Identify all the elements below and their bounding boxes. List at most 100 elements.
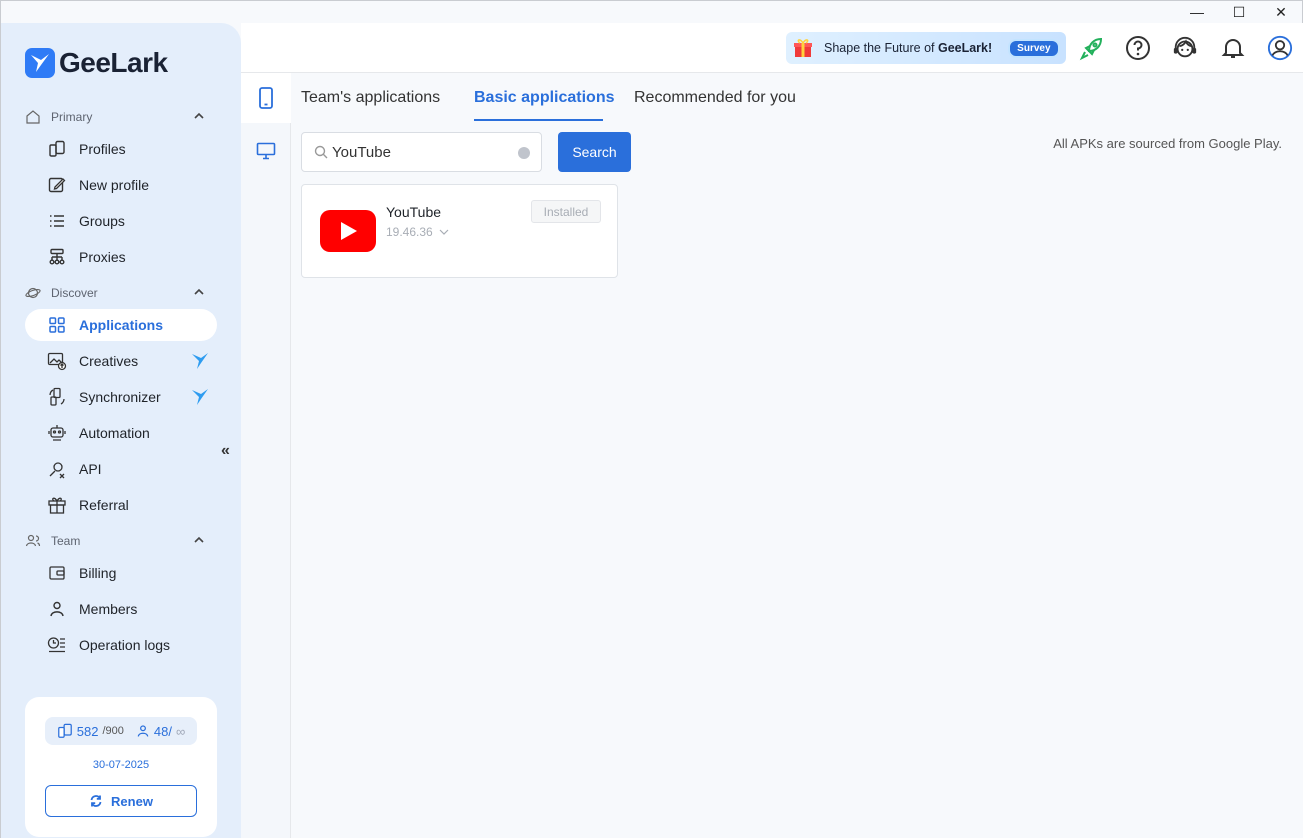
sidebar-item-referral[interactable]: Referral <box>25 489 217 521</box>
home-icon <box>26 110 40 124</box>
planet-icon <box>25 287 41 299</box>
sidebar-item-label: Synchronizer <box>79 389 161 405</box>
sidebar-item-proxies[interactable]: Proxies <box>25 241 217 273</box>
app-card[interactable]: YouTube 19.46.36 Installed <box>301 184 618 278</box>
sidebar-item-operation-logs[interactable]: Operation logs <box>25 629 217 661</box>
section-label: Discover <box>51 286 98 300</box>
apk-source-note: All APKs are sourced from Google Play. <box>1053 136 1282 151</box>
gift-icon <box>794 39 812 57</box>
renew-label: Renew <box>111 793 153 809</box>
app-version: 19.46.36 <box>386 225 433 239</box>
section-label: Team <box>51 534 81 548</box>
sidebar-item-label: Automation <box>79 425 150 441</box>
chevron-up-icon <box>194 536 204 543</box>
user-icon <box>137 725 149 737</box>
section-discover[interactable]: Discover <box>25 283 209 303</box>
sidebar-item-label: Proxies <box>79 249 126 265</box>
user-icon <box>47 599 67 619</box>
rocket-icon[interactable] <box>1079 35 1105 61</box>
top-header: Shape the Future of GeeLark! Survey <box>241 23 1303 73</box>
profiles-icon <box>57 723 72 738</box>
sidebar-item-label: API <box>79 461 102 477</box>
collapse-sidebar-button[interactable]: « <box>221 442 230 460</box>
premium-bird-icon <box>192 389 208 405</box>
sidebar-item-label: Groups <box>79 213 125 229</box>
bell-icon[interactable] <box>1220 35 1246 61</box>
section-primary[interactable]: Primary <box>25 107 209 127</box>
sidebar-item-groups[interactable]: Groups <box>25 205 217 237</box>
survey-banner[interactable]: Shape the Future of GeeLark! Survey <box>786 32 1066 64</box>
chevron-down-icon <box>439 229 449 235</box>
device-type-strip <box>241 73 291 838</box>
tab-basic-applications[interactable]: Basic applications <box>474 89 615 107</box>
profiles-total: /900 <box>102 725 124 737</box>
image-upload-icon <box>47 351 67 371</box>
refresh-icon <box>90 795 102 807</box>
renew-button[interactable]: Renew <box>45 785 197 817</box>
sidebar-item-label: New profile <box>79 177 150 193</box>
sidebar-item-applications[interactable]: Applications <box>25 309 217 341</box>
sidebar-item-creatives[interactable]: Creatives <box>25 345 217 377</box>
installed-status-button[interactable]: Installed <box>531 200 601 223</box>
profiles-used: 582 <box>76 723 99 739</box>
network-icon <box>47 247 67 267</box>
geelark-logo-icon <box>25 48 55 78</box>
wallet-icon <box>47 563 67 583</box>
support-icon[interactable] <box>1172 35 1198 61</box>
members-total: ∞ <box>175 723 186 739</box>
desktop-tab[interactable] <box>241 129 291 173</box>
phone-tab[interactable] <box>241 73 291 123</box>
app-name: YouTube <box>386 204 442 220</box>
chevron-up-icon <box>194 288 204 295</box>
monitor-icon <box>256 142 276 160</box>
tab-recommended[interactable]: Recommended for you <box>634 89 796 107</box>
sidebar-item-label: Referral <box>79 497 129 513</box>
active-tab-indicator <box>474 119 603 121</box>
sidebar-item-members[interactable]: Members <box>25 593 217 625</box>
team-icon <box>25 534 41 547</box>
phone-icon <box>259 87 273 109</box>
sidebar-item-label: Members <box>79 601 138 617</box>
survey-text: Shape the Future of GeeLark! <box>824 41 993 55</box>
search-input[interactable] <box>332 143 512 161</box>
tab-team-applications[interactable]: Team's applications <box>301 89 440 107</box>
sidebar-item-automation[interactable]: Automation <box>25 417 217 449</box>
minimize-button[interactable]: — <box>1176 1 1218 23</box>
window-controls: — ☐ ✕ <box>1176 1 1302 25</box>
version-selector[interactable]: 19.46.36 <box>386 225 449 239</box>
expiry-date: 30-07-2025 <box>92 759 150 771</box>
grid-icon <box>47 315 67 335</box>
sidebar-item-label: Applications <box>79 317 164 333</box>
sidebar-item-profiles[interactable]: Profiles <box>25 133 217 165</box>
survey-badge[interactable]: Survey <box>1008 38 1060 58</box>
sidebar-item-billing[interactable]: Billing <box>25 557 217 589</box>
premium-bird-icon <box>192 353 208 369</box>
logo: GeeLark <box>25 47 168 79</box>
app-window: — ☐ ✕ GeeLark Primary Profiles New profi… <box>0 0 1303 838</box>
search-field[interactable] <box>301 132 542 172</box>
account-icon[interactable] <box>1267 35 1293 61</box>
log-icon <box>47 635 67 655</box>
logo-text: GeeLark <box>59 47 168 78</box>
sidebar-item-api[interactable]: API <box>25 453 217 485</box>
search-icon <box>314 145 328 159</box>
sidebar-item-new-profile[interactable]: New profile <box>25 169 217 201</box>
subscription-card: 582/900 48/∞ 30-07-2025 Renew <box>25 697 217 837</box>
edit-icon <box>47 175 67 195</box>
members-used: 48/ <box>153 723 172 739</box>
help-icon[interactable] <box>1125 35 1151 61</box>
close-button[interactable]: ✕ <box>1260 1 1302 23</box>
list-icon <box>47 211 67 231</box>
sidebar-item-label: Creatives <box>79 353 139 369</box>
section-team[interactable]: Team <box>25 531 209 551</box>
maximize-button[interactable]: ☐ <box>1218 1 1260 23</box>
chevron-up-icon <box>194 112 204 119</box>
sync-icon <box>47 387 67 407</box>
search-button[interactable]: Search <box>558 132 631 172</box>
gift-icon <box>47 495 67 515</box>
section-label: Primary <box>51 110 93 124</box>
clear-icon[interactable] <box>518 147 530 159</box>
profiles-icon <box>47 139 67 159</box>
sidebar-item-label: Profiles <box>79 141 126 157</box>
sidebar-item-synchronizer[interactable]: Synchronizer <box>25 381 217 413</box>
